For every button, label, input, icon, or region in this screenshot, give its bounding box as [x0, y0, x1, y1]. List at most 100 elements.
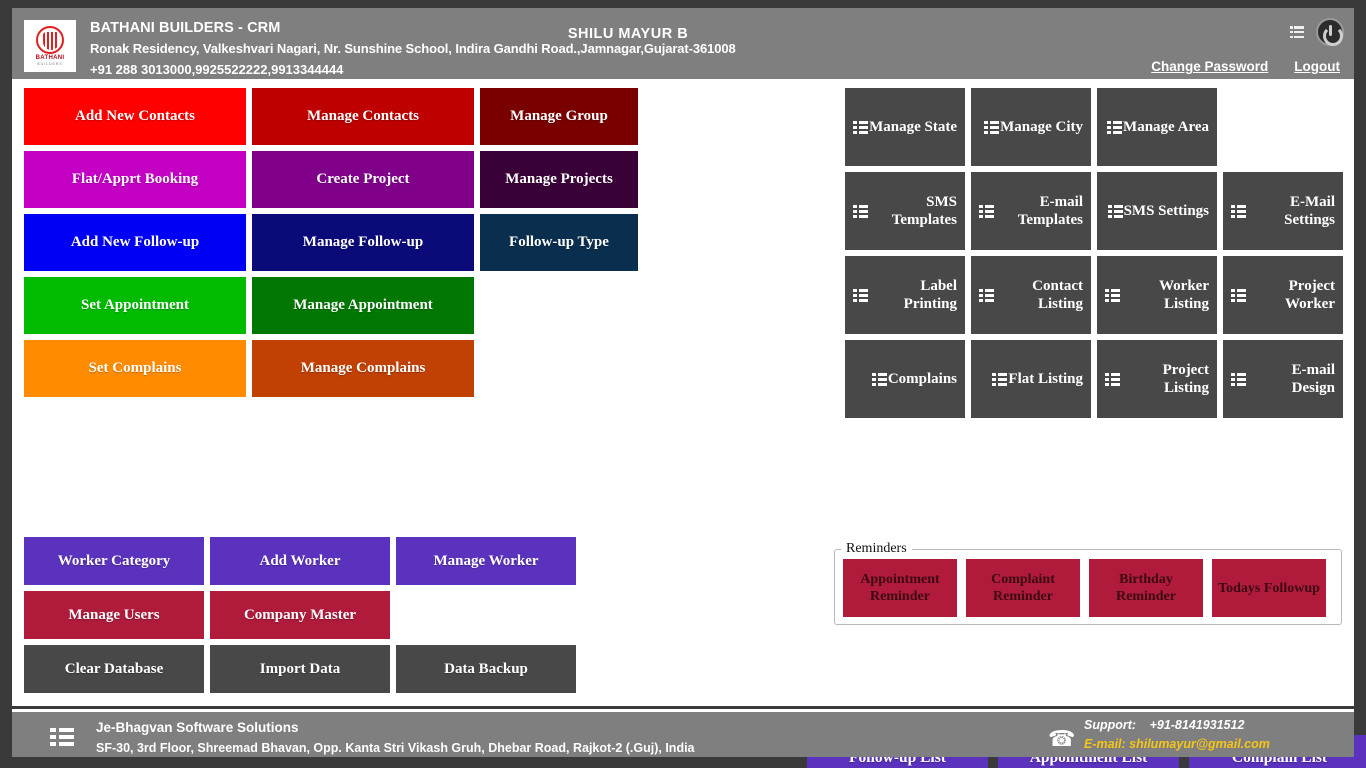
list-block-icon: [1107, 204, 1123, 218]
masters-button[interactable]: Worker Listing: [1097, 256, 1217, 334]
reminder-button[interactable]: Todays Followup: [1212, 559, 1326, 617]
masters-row: Label Printing Contact Listing Worker List…: [845, 256, 1345, 334]
footer-vendor-address: SF-30, 3rd Floor, Shreemad Bhavan, Opp. …: [96, 741, 695, 755]
admin-button[interactable]: Manage Users: [24, 591, 204, 639]
footer-vendor-name: Je-Bhagvan Software Solutions: [96, 720, 299, 735]
masters-button[interactable]: Label Printing: [845, 256, 965, 334]
reminder-button[interactable]: Appointment Reminder: [843, 559, 957, 617]
masters-button-label: E-mail Design: [1291, 362, 1335, 396]
masters-button-label: E-Mail Settings: [1284, 194, 1335, 228]
masters-button[interactable]: Flat Listing: [971, 340, 1091, 418]
logout-link[interactable]: Logout: [1294, 59, 1340, 74]
masters-button[interactable]: Complains: [845, 340, 965, 418]
power-icon[interactable]: [1316, 18, 1344, 46]
action-button[interactable]: Manage Complains: [252, 340, 474, 397]
action-button[interactable]: Set Appointment: [24, 277, 246, 334]
masters-button[interactable]: Manage City: [971, 88, 1091, 166]
list-block-icon: [853, 288, 868, 302]
reminder-button[interactable]: Complaint Reminder: [966, 559, 1080, 617]
masters-button[interactable]: E-Mail Settings: [1223, 172, 1343, 250]
footer-list-icon: [50, 728, 74, 746]
action-button[interactable]: Flat/Apprt Booking: [24, 151, 246, 208]
masters-button[interactable]: E-mail Templates: [971, 172, 1091, 250]
masters-button[interactable]: SMS Settings: [1097, 172, 1217, 250]
logged-in-user: SHILU MAYUR B: [567, 26, 689, 42]
page-footer: Je-Bhagvan Software Solutions SF-30, 3rd…: [12, 709, 1354, 757]
masters-button[interactable]: Project Listing: [1097, 340, 1217, 418]
support-phone-line: Support: +91-8141931512: [1084, 716, 1270, 735]
logo-text: BATHANI: [35, 55, 65, 62]
admin-button[interactable]: Worker Category: [24, 537, 204, 585]
support-email[interactable]: E-mail: shilumayur@gmail.com: [1084, 735, 1270, 754]
masters-button[interactable]: E-mail Design: [1223, 340, 1343, 418]
masters-button[interactable]: Manage Area: [1097, 88, 1217, 166]
action-button[interactable]: Create Project: [252, 151, 474, 208]
company-phone: +91 288 3013000,9925522222,9913344444: [90, 62, 344, 77]
list-block-icon: [1105, 372, 1120, 386]
list-block-icon: [992, 372, 1008, 386]
action-button[interactable]: Add New Follow-up: [24, 214, 246, 271]
support-label: Support:: [1084, 718, 1137, 732]
masters-button-label: Label Printing: [903, 278, 957, 312]
menu-list-icon[interactable]: [1290, 26, 1304, 38]
grid-spacer: [396, 591, 576, 639]
masters-button[interactable]: Contact Listing: [971, 256, 1091, 334]
list-block-icon: [979, 204, 994, 218]
masters-button-label: Manage Area: [1123, 119, 1209, 135]
masters-button-label: Contact Listing: [1032, 278, 1083, 312]
list-block-icon: [984, 120, 1000, 134]
action-button[interactable]: Follow-up Type: [480, 214, 638, 271]
reminder-button[interactable]: Birthday Reminder: [1089, 559, 1203, 617]
masters-button-label: Manage State: [869, 119, 957, 135]
admin-button[interactable]: Add Worker: [210, 537, 390, 585]
grid-spacer: [1223, 88, 1343, 166]
change-password-link[interactable]: Change Password: [1151, 59, 1268, 74]
page-header: BATHANI BUILDERS BATHANI BUILDERS - CRM …: [12, 8, 1354, 82]
action-button[interactable]: Manage Projects: [480, 151, 638, 208]
masters-button-label: SMS Settings: [1123, 203, 1209, 219]
phone-icon: ☎: [1048, 726, 1076, 751]
admin-button[interactable]: Manage Worker: [396, 537, 576, 585]
masters-row: SMS Templates E-mail Templates SMS Setting…: [845, 172, 1345, 250]
masters-button-label: Manage City: [1000, 119, 1083, 135]
masters-row: Manage State Manage City Manage Area: [845, 88, 1345, 166]
admin-button[interactable]: Clear Database: [24, 645, 204, 693]
masters-button-label: Complains: [887, 371, 957, 387]
primary-action-grid: Add New Contacts Manage Contacts Manage Gr…: [24, 88, 648, 403]
list-block-icon: [1231, 288, 1246, 302]
admin-button[interactable]: Import Data: [210, 645, 390, 693]
header-icon-group: [1290, 18, 1344, 46]
masters-row: Complains Flat Listing Project Listing E-ma…: [845, 340, 1345, 418]
list-block-icon: [853, 204, 868, 218]
action-row: Set Appointment Manage Appointment: [24, 277, 648, 334]
action-row: Flat/Apprt Booking Create Project Manage P…: [24, 151, 648, 208]
action-row: Set Complains Manage Complains: [24, 340, 648, 397]
action-button[interactable]: Add New Contacts: [24, 88, 246, 145]
list-block-icon: [979, 288, 994, 302]
action-row: Add New Follow-up Manage Follow-up Follow-…: [24, 214, 648, 271]
masters-button-label: Project Listing: [1162, 362, 1209, 396]
masters-button[interactable]: Manage State: [845, 88, 965, 166]
action-button[interactable]: Manage Contacts: [252, 88, 474, 145]
action-button[interactable]: Manage Appointment: [252, 277, 474, 334]
admin-button[interactable]: Data Backup: [396, 645, 576, 693]
masters-button[interactable]: Project Worker: [1223, 256, 1343, 334]
action-button[interactable]: Manage Group: [480, 88, 638, 145]
action-button[interactable]: Set Complains: [24, 340, 246, 397]
header-links: Change Password Logout: [1151, 59, 1340, 74]
admin-button[interactable]: Company Master: [210, 591, 390, 639]
admin-row: Clear Database Import Data Data Backup: [24, 645, 594, 693]
masters-button[interactable]: SMS Templates: [845, 172, 965, 250]
masters-button-label: Worker Listing: [1159, 278, 1209, 312]
admin-action-grid: Worker Category Add Worker Manage Worker Ma…: [24, 537, 594, 699]
list-block-icon: [1107, 120, 1123, 134]
list-block-icon: [1105, 288, 1120, 302]
reminders-legend: Reminders: [846, 541, 907, 556]
action-button[interactable]: Manage Follow-up: [252, 214, 474, 271]
support-phone: +91-8141931512: [1149, 718, 1245, 732]
masters-button-label: Project Worker: [1285, 278, 1335, 312]
masters-button-label: SMS Templates: [891, 194, 957, 228]
reminders-row: Appointment Reminder Complaint Reminder Bi…: [835, 557, 1341, 617]
main-content: Add New Contacts Manage Contacts Manage Gr…: [12, 82, 1366, 768]
masters-button-label: E-mail Templates: [1017, 194, 1083, 228]
